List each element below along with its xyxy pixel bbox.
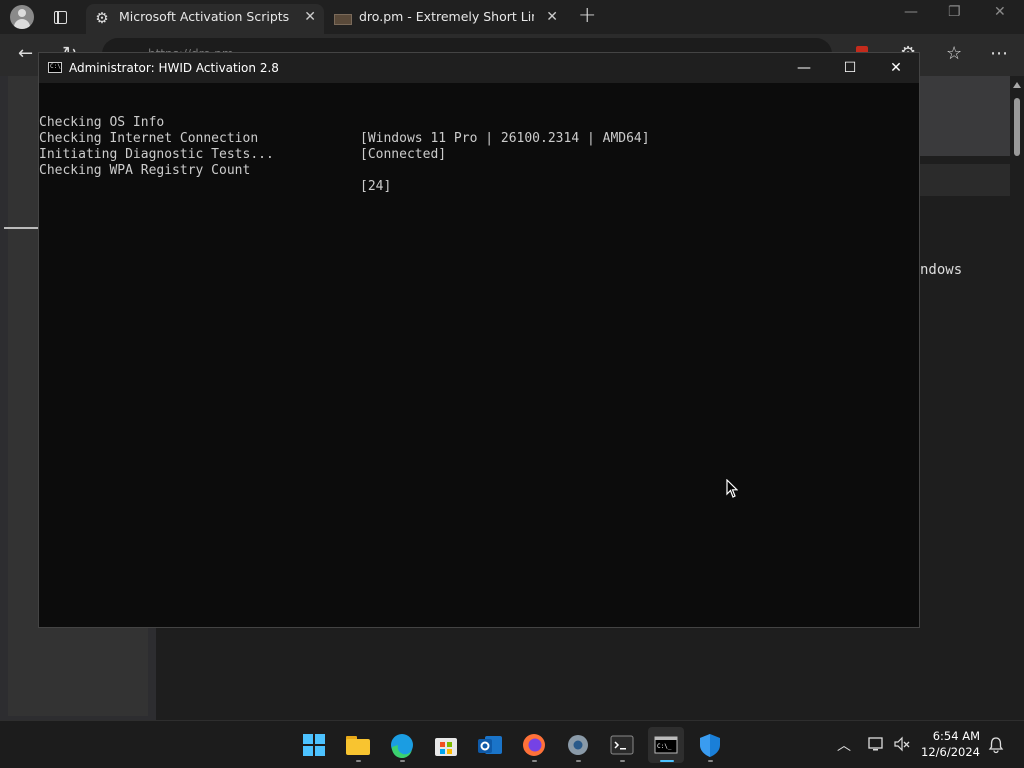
browser-minimize-icon[interactable]: — [904,4,918,20]
mouse-cursor-icon [726,479,738,498]
page-scrollbar[interactable] [1010,76,1024,720]
start-button[interactable] [296,727,332,763]
scroll-thumb[interactable] [1014,98,1020,156]
console-close-icon[interactable]: ✕ [873,53,919,83]
console-minimize-icon[interactable]: — [781,53,827,83]
taskbar-outlook[interactable] [472,727,508,763]
console-line: Checking Internet Connection [Connected] [39,115,919,162]
tab-title: Microsoft Activation Scripts (MAS [119,9,294,24]
page-bar [918,164,1024,196]
console-title: Administrator: HWID Activation 2.8 [69,61,279,75]
taskbar-terminal[interactable] [604,727,640,763]
tab-close-icon[interactable]: ✕ [304,4,316,30]
network-icon[interactable] [867,735,885,753]
firefox-icon [523,734,545,756]
terminal-icon [610,735,634,755]
browser-tab-bar: ⚙ Microsoft Activation Scripts (MAS ✕ dr… [0,0,1024,34]
browser-close-icon[interactable]: ✕ [994,4,1006,20]
page-header-block [918,76,1010,156]
taskbar-store[interactable] [428,727,464,763]
svg-text:C:\_: C:\_ [657,743,672,750]
taskbar-firefox[interactable] [516,727,552,763]
console-line: Checking OS Info [Windows 11 Pro | 26100… [39,99,919,146]
console-output[interactable]: Checking OS Info [Windows 11 Pro | 26100… [39,99,919,627]
tray-overflow-chevron-icon[interactable]: ︿ [837,735,851,755]
notification-bell-icon[interactable] [988,736,1004,754]
profile-avatar-icon[interactable] [10,5,34,29]
favorites-icon[interactable]: ☆ [946,43,962,64]
scroll-up-icon[interactable] [1013,82,1021,88]
back-icon[interactable]: ← [18,43,33,64]
tab-title: dro.pm - Extremely Short Links [359,9,534,24]
taskbar: C:\_ ︿ 6:54 AM 12/6/2024 [0,720,1024,768]
browser-restore-icon[interactable]: ❐ [948,4,961,20]
taskbar-cmd[interactable]: C:\_ [648,727,684,763]
tray-time: 6:54 AM [932,729,980,743]
console-line: Initiating Diagnostic Tests... [39,131,919,162]
page-text-fragment: ndows [920,262,963,278]
console-app-icon: C:\ [48,62,62,73]
tab-actions-icon[interactable] [50,7,70,27]
taskbar-file-explorer[interactable] [340,727,376,763]
tab-close-icon[interactable]: ✕ [546,4,558,30]
cmd-icon: C:\_ [654,736,678,754]
defender-icon [700,734,720,757]
console-line: Checking WPA Registry Count [24] [39,147,919,194]
taskbar-settings[interactable] [560,727,596,763]
store-icon [435,738,457,756]
start-icon [303,734,325,756]
console-titlebar[interactable]: C:\ Administrator: HWID Activation 2.8 —… [39,53,919,83]
volume-muted-icon[interactable] [893,735,911,753]
settings-icon [568,735,588,755]
gear-icon: ⚙ [95,9,109,27]
browser-tab-mas[interactable]: ⚙ Microsoft Activation Scripts (MAS ✕ [86,4,324,34]
file-explorer-icon [346,736,370,755]
new-tab-icon[interactable]: + [578,3,596,28]
taskbar-defender[interactable] [692,727,728,763]
more-menu-icon[interactable]: ⋯ [990,43,1008,64]
console-maximize-icon[interactable]: ☐ [827,53,873,83]
outlook-icon [478,736,502,754]
browser-tab-dropm[interactable]: dro.pm - Extremely Short Links ✕ [326,4,566,34]
taskbar-edge[interactable] [384,727,420,763]
console-line-value: [24] [360,179,392,194]
page-icon [334,14,352,25]
console-line-label: Checking WPA Registry Count [39,163,251,178]
console-window[interactable]: C:\ Administrator: HWID Activation 2.8 —… [38,52,920,628]
edge-icon [391,734,413,759]
tray-date: 12/6/2024 [921,745,980,759]
tray-clock[interactable]: 6:54 AM 12/6/2024 [918,728,980,760]
